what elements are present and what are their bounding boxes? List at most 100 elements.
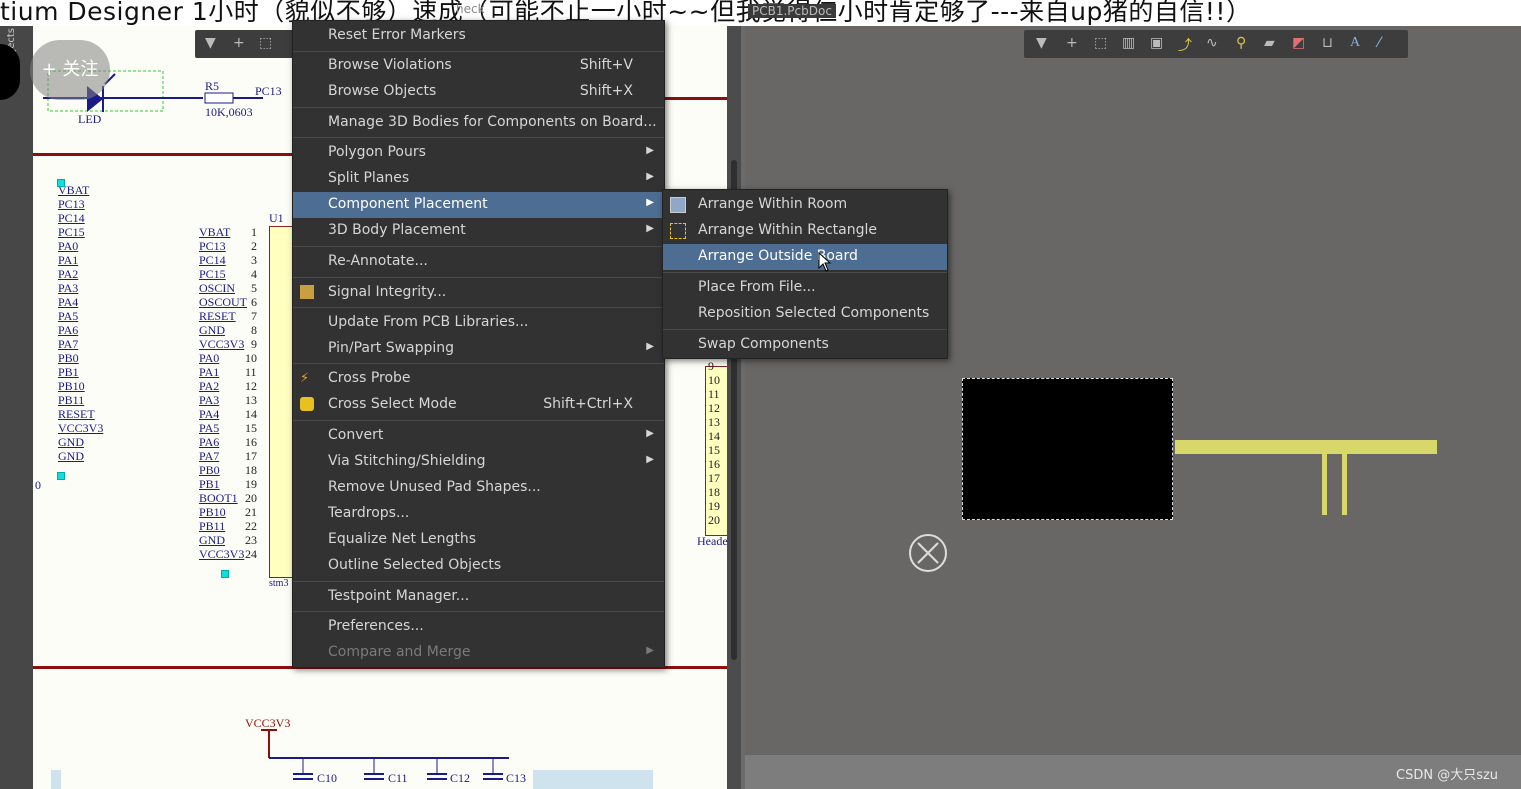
net-label: PB10 xyxy=(58,379,85,393)
menu-item-3d-body-placement[interactable]: 3D Body Placement ▶ xyxy=(293,218,664,244)
ic-pin-number: 1 xyxy=(251,225,257,239)
keepout-icon[interactable]: ◩ xyxy=(1292,35,1305,51)
signal-integrity-icon xyxy=(300,285,314,299)
menu-item-signal-integrity[interactable]: Signal Integrity... xyxy=(293,280,664,306)
diff-pair-icon[interactable]: ∿ xyxy=(1206,35,1218,51)
add-icon[interactable]: + xyxy=(1066,35,1078,51)
ic-pin-number: 18 xyxy=(245,463,257,477)
align-icon[interactable]: ▥ xyxy=(1122,35,1135,51)
tab-schematic-document[interactable]: heck xyxy=(456,2,485,16)
selection-highlight xyxy=(533,770,653,789)
net-label: PA3 xyxy=(58,281,79,295)
menu-item-manage-3d-bodies[interactable]: Manage 3D Bodies for Components on Board… xyxy=(293,110,664,136)
menu-item-split-planes[interactable]: Split Planes ▶ xyxy=(293,166,664,192)
header-pin-number: 20 xyxy=(708,513,720,527)
menu-separator xyxy=(293,107,664,108)
submenu-item-arrange-outside-board[interactable]: Arrange Outside Board xyxy=(663,244,947,270)
add-icon[interactable]: + xyxy=(233,35,245,51)
ic-pin-net: VCC3V3 xyxy=(199,547,245,561)
junction xyxy=(57,179,65,187)
ic-pin-number: 12 xyxy=(245,379,257,393)
ic-pin-net: PA3 xyxy=(199,393,220,407)
net-label: PC15 xyxy=(58,225,85,239)
led-label: LED xyxy=(78,112,102,126)
ic-pin-number: 15 xyxy=(245,421,257,435)
menu-item-pin-part-swapping[interactable]: Pin/Part Swapping ▶ xyxy=(293,336,664,362)
menu-separator xyxy=(293,420,664,421)
component-footprint[interactable] xyxy=(1322,448,1327,515)
filter-icon[interactable]: ▼ xyxy=(1036,35,1047,51)
net-label-pc13: PC13 xyxy=(255,84,282,98)
component-icon[interactable]: ▣ xyxy=(1150,35,1163,51)
menu-item-cross-select-mode[interactable]: Cross Select Mode Shift+Ctrl+X xyxy=(293,392,664,418)
ic-pin-number: 6 xyxy=(251,295,257,309)
menu-item-testpoint-manager[interactable]: Testpoint Manager... xyxy=(293,584,664,610)
submenu-item-reposition-selected[interactable]: Reposition Selected Components xyxy=(663,301,947,327)
submenu-item-swap-components[interactable]: Swap Components xyxy=(663,332,947,358)
left-panel-strip[interactable]: Objects xyxy=(0,26,33,789)
components-outside-board[interactable] xyxy=(1175,440,1437,454)
menu-item-reset-error-markers[interactable]: Reset Error Markers xyxy=(293,23,664,49)
menu-item-remove-unused-pad-shapes[interactable]: Remove Unused Pad Shapes... xyxy=(293,475,664,501)
ic-pin-net: PA7 xyxy=(199,449,220,463)
ic-pin-net: OSCIN xyxy=(199,281,236,295)
menu-separator xyxy=(663,272,947,273)
ic-pin-net: OSCOUT xyxy=(199,295,248,309)
menu-item-equalize-net-lengths[interactable]: Equalize Net Lengths xyxy=(293,527,664,553)
select-rect-icon[interactable]: ⬚ xyxy=(259,35,272,51)
ic-pin-net: PC13 xyxy=(199,239,226,253)
menu-item-teardrops[interactable]: Teardrops... xyxy=(293,501,664,527)
filter-icon[interactable]: ▼ xyxy=(205,35,216,51)
fill-icon[interactable]: ▰ xyxy=(1264,35,1275,51)
pcb-board-shape[interactable] xyxy=(962,378,1173,520)
follow-button[interactable]: + 关注 xyxy=(30,40,110,100)
submenu-item-place-from-file[interactable]: Place From File... xyxy=(663,275,947,301)
submenu-arrow-icon: ▶ xyxy=(646,223,654,234)
ic-pin-net: PB10 xyxy=(199,505,226,519)
arrange-rectangle-icon xyxy=(670,223,686,239)
ic-pin-net: PA0 xyxy=(199,351,220,365)
submenu-item-arrange-within-rectangle[interactable]: Arrange Within Rectangle xyxy=(663,218,947,244)
text-icon[interactable]: A xyxy=(1350,35,1360,51)
ic-pin-number: 9 xyxy=(251,337,257,351)
menu-item-browse-violations[interactable]: Browse Violations Shift+V xyxy=(293,53,664,79)
menu-item-polygon-pours[interactable]: Polygon Pours ▶ xyxy=(293,140,664,166)
net-label: PB1 xyxy=(58,365,79,379)
menu-item-re-annotate[interactable]: Re-Annotate... xyxy=(293,249,664,275)
net-label: RESET xyxy=(58,407,95,421)
net-label: PA2 xyxy=(58,267,79,281)
component-footprint[interactable] xyxy=(1342,448,1347,515)
tab-pcb-document[interactable]: PCB1.PcbDoc xyxy=(748,4,836,18)
dimension-icon[interactable]: ⊔ xyxy=(1322,35,1333,51)
watermark: CSDN @大只szu xyxy=(1396,768,1499,783)
menu-item-preferences[interactable]: Preferences... xyxy=(293,614,664,640)
header-name: Heade xyxy=(697,534,727,548)
menu-item-via-stitching[interactable]: Via Stitching/Shielding ▶ xyxy=(293,449,664,475)
menu-item-update-from-pcb-libraries[interactable]: Update From PCB Libraries... xyxy=(293,310,664,336)
menu-item-component-placement[interactable]: Component Placement ▶ xyxy=(293,192,664,218)
schematic-active-bar: ▼ + ⬚ xyxy=(195,30,295,58)
net-label: PA6 xyxy=(58,323,79,337)
submenu-arrow-icon: ▶ xyxy=(646,454,654,465)
submenu-item-arrange-within-room[interactable]: Arrange Within Room xyxy=(663,192,947,218)
via-icon[interactable]: ⚲ xyxy=(1236,35,1246,51)
menu-separator xyxy=(293,51,664,52)
ic-pin-net: VCC3V3 xyxy=(199,337,245,351)
ic-pin-number: 23 xyxy=(245,533,257,547)
net-label: PB11 xyxy=(58,393,85,407)
menu-item-convert[interactable]: Convert ▶ xyxy=(293,423,664,449)
ic-pin-number: 19 xyxy=(245,477,257,491)
ic-pin-net: PA1 xyxy=(199,365,220,379)
net-label: PA4 xyxy=(58,295,79,309)
route-icon[interactable]: ⤴ xyxy=(1178,35,1192,55)
submenu-arrow-icon: ▶ xyxy=(646,145,654,156)
select-rect-icon[interactable]: ⬚ xyxy=(1094,35,1107,51)
menu-item-outline-selected-objects[interactable]: Outline Selected Objects xyxy=(293,553,664,579)
ic-pin-number: 16 xyxy=(245,435,257,449)
menu-separator xyxy=(293,277,664,278)
line-icon[interactable]: ⁄ xyxy=(1378,35,1380,51)
ic-pin-number: 14 xyxy=(245,407,257,421)
menu-item-cross-probe[interactable]: ⚡ Cross Probe xyxy=(293,366,664,392)
menu-item-browse-objects[interactable]: Browse Objects Shift+X xyxy=(293,79,664,105)
ic-body[interactable] xyxy=(269,226,293,578)
